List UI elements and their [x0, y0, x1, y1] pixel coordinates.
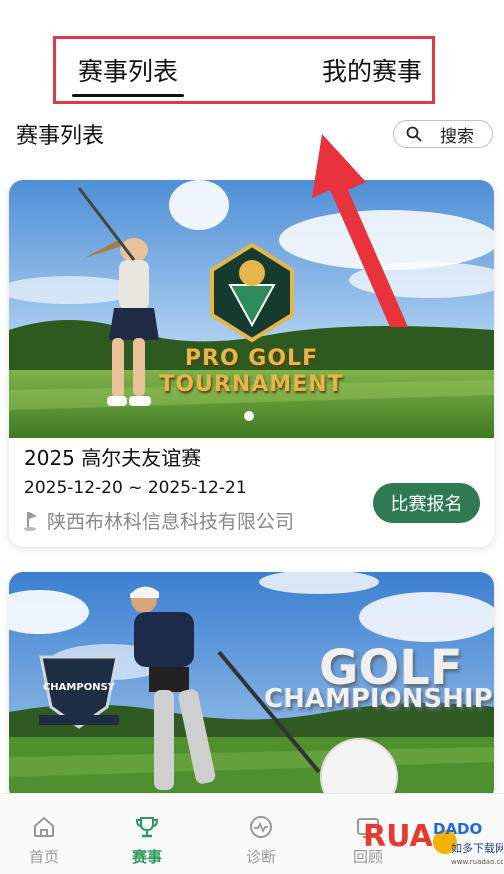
nav-label: 首页	[28, 848, 59, 866]
trophy-icon	[135, 817, 159, 838]
golf-flag-icon	[24, 511, 37, 531]
home-icon	[34, 817, 54, 837]
nav-home[interactable]: 首页	[0, 794, 88, 874]
event-banner: CHAMPONSY GOLF CHAMPIONSHIP	[9, 572, 494, 802]
svg-text:如多下载网: 如多下载网	[451, 841, 503, 855]
event-tabs: 赛事列表 我的赛事	[53, 36, 435, 104]
badge-text: CHAMPONSY	[43, 682, 116, 693]
event-card[interactable]: PRO GOLF TOURNAMENT 2025 高尔夫友谊赛 2025-12-…	[9, 180, 494, 547]
banner-title-line2: TOURNAMENT	[159, 372, 344, 397]
nav-events[interactable]: 赛事	[88, 794, 206, 874]
svg-text:RUA: RUA	[363, 819, 434, 854]
banner-title-line2: CHAMPIONSHIP	[264, 684, 493, 714]
event-date: 2025-12-20 ~ 2025-12-21	[24, 478, 247, 498]
nav-label: 赛事	[131, 848, 162, 866]
tab-event-list[interactable]: 赛事列表	[71, 41, 185, 99]
organizer-name: 陕西布林科信息科技有限公司	[47, 511, 295, 533]
tab-my-events[interactable]: 我的赛事	[322, 41, 422, 99]
event-organizer: 陕西布林科信息科技有限公司	[23, 507, 294, 534]
svg-text:www.ruadao.com: www.ruadao.com	[451, 858, 503, 866]
search-label: 搜索	[440, 126, 474, 147]
watermark-logo: RUA DADO 如多下载网 www.ruadao.com	[363, 819, 503, 866]
nav-label: 诊断	[245, 848, 276, 866]
app-screen: 赛事列表 我的赛事 赛事列表 搜索 PRO GOLF TOURNAMENT 20…	[0, 0, 504, 874]
signup-button[interactable]: 比赛报名	[373, 483, 480, 523]
search-button[interactable]: 搜索	[393, 120, 493, 148]
search-icon	[406, 126, 422, 142]
nav-diagnosis[interactable]: 诊断	[206, 794, 316, 874]
event-banner: PRO GOLF TOURNAMENT	[9, 180, 494, 438]
section-title: 赛事列表	[16, 124, 105, 149]
svg-text:DADO: DADO	[433, 820, 482, 838]
diagnosis-icon	[250, 816, 272, 838]
banner-title-line1: PRO GOLF	[184, 346, 319, 371]
event-card[interactable]: CHAMPONSY GOLF CHAMPIONSHIP	[9, 572, 494, 802]
event-name: 2025 高尔夫友谊赛	[24, 446, 202, 470]
